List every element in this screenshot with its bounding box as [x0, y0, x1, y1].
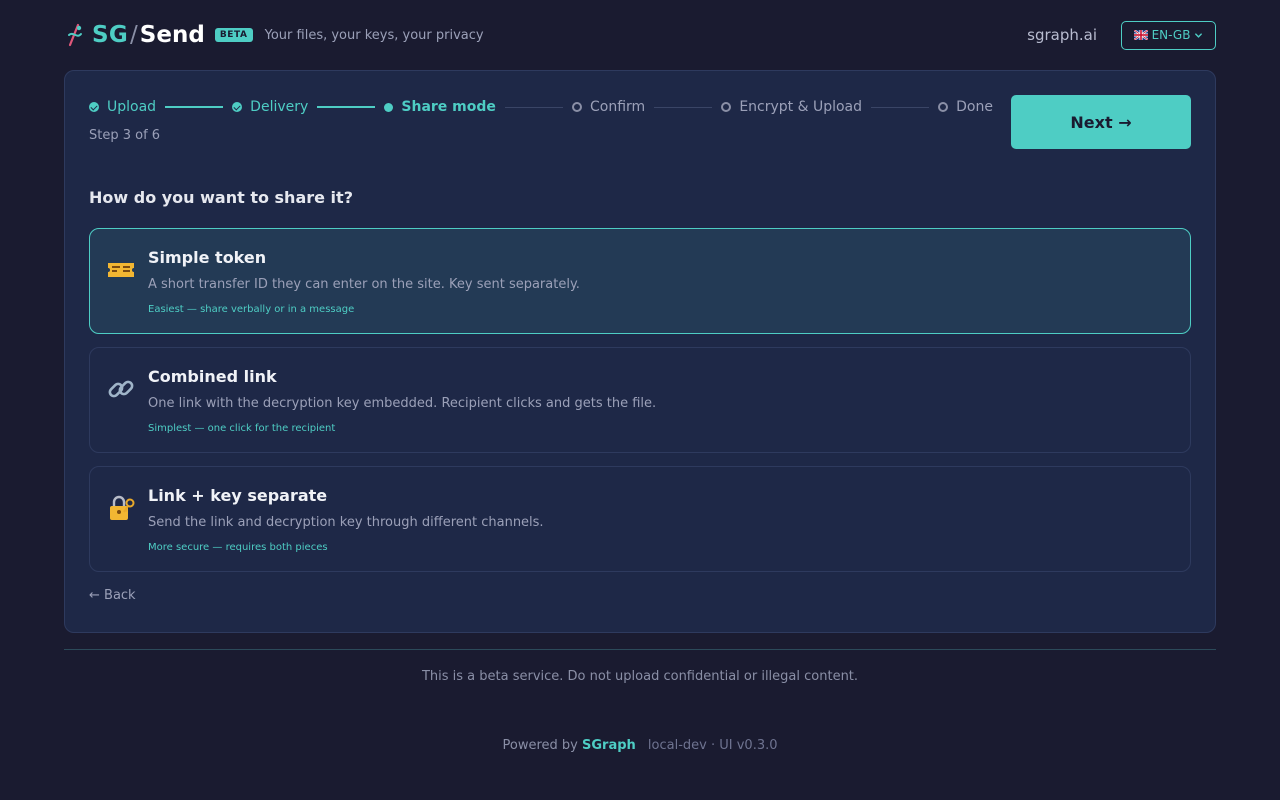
version-label: local-dev · UI v0.3.0	[647, 738, 778, 753]
step-label: Upload	[107, 99, 157, 115]
step-connector	[317, 106, 376, 108]
option-description: One link with the decryption key embedde…	[148, 396, 657, 411]
uk-flag-icon	[1133, 30, 1148, 40]
beta-badge: BETA	[214, 28, 253, 42]
step-label: Done	[956, 99, 993, 115]
step-count: Step 3 of 6	[89, 128, 161, 143]
chevron-down-icon	[1195, 32, 1203, 38]
back-link[interactable]: ← Back	[89, 588, 136, 603]
language-selector[interactable]: EN-GB	[1121, 20, 1216, 50]
step-delivery[interactable]: Delivery	[232, 99, 308, 115]
beta-notice: This is a beta service. Do not upload co…	[421, 669, 859, 684]
wizard-card: Upload Delivery Share mode Confirm Encry…	[64, 70, 1216, 633]
logo[interactable]: SG / Send	[64, 22, 205, 48]
step-label: Share mode	[401, 99, 496, 115]
step-label: Delivery	[250, 99, 309, 115]
step-connector	[504, 106, 564, 108]
step-upload[interactable]: Upload	[89, 99, 156, 115]
step-check-icon	[232, 102, 243, 112]
logo-send-text: Send	[139, 22, 205, 48]
step-pending-icon	[721, 102, 732, 112]
app-header: SG / Send BETA Your files, your keys, yo…	[64, 18, 1216, 52]
option-link-key-separate[interactable]: Link + key separate Send the link and de…	[89, 466, 1191, 572]
step-pending-icon	[938, 102, 949, 112]
option-simple-token[interactable]: Simple token A short transfer ID they ca…	[89, 228, 1191, 334]
powered-by: Powered by SGraph local-dev · UI v0.3.0	[0, 738, 1280, 753]
step-encrypt-upload: Encrypt & Upload	[721, 99, 862, 115]
sgraph-link[interactable]: SGraph	[582, 738, 636, 753]
step-connector	[654, 106, 713, 108]
header-right: sgraph.ai EN-GB	[1027, 20, 1216, 50]
stepper: Upload Delivery Share mode Confirm Encry…	[89, 97, 993, 117]
step-pending-icon	[572, 102, 583, 112]
option-title: Simple token	[148, 248, 267, 267]
option-title: Link + key separate	[148, 486, 328, 505]
lock-key-icon	[110, 495, 135, 520]
option-combined-link[interactable]: Combined link One link with the decrypti…	[89, 347, 1191, 453]
option-title: Combined link	[148, 367, 277, 386]
footer-divider	[64, 649, 1216, 650]
site-link[interactable]: sgraph.ai	[1027, 26, 1097, 44]
step-check-icon	[89, 102, 99, 112]
step-label: Encrypt & Upload	[739, 99, 863, 115]
tagline: Your files, your keys, your privacy	[264, 27, 484, 43]
step-active-icon	[384, 102, 394, 112]
step-done: Done	[938, 99, 993, 115]
option-hint: Simplest — one click for the recipient	[148, 423, 336, 434]
logo-sg-text: SG	[92, 22, 129, 48]
share-question: How do you want to share it?	[89, 188, 353, 207]
step-share-mode: Share mode	[384, 99, 496, 115]
step-connector	[871, 106, 930, 108]
step-connector	[165, 106, 224, 108]
logo-icon	[68, 23, 82, 47]
step-label: Confirm	[590, 99, 646, 115]
option-hint: More secure — requires both pieces	[148, 542, 328, 553]
option-hint: Easiest — share verbally or in a message	[148, 304, 355, 315]
step-confirm: Confirm	[572, 99, 645, 115]
language-label: EN-GB	[1151, 28, 1191, 42]
option-description: A short transfer ID they can enter on th…	[148, 277, 580, 292]
ticket-icon	[108, 263, 134, 277]
next-button[interactable]: Next →	[1011, 95, 1191, 149]
logo-slash: /	[130, 22, 138, 48]
link-icon	[108, 380, 134, 398]
powered-prefix: Powered by	[502, 738, 578, 753]
option-description: Send the link and decryption key through…	[148, 515, 544, 530]
